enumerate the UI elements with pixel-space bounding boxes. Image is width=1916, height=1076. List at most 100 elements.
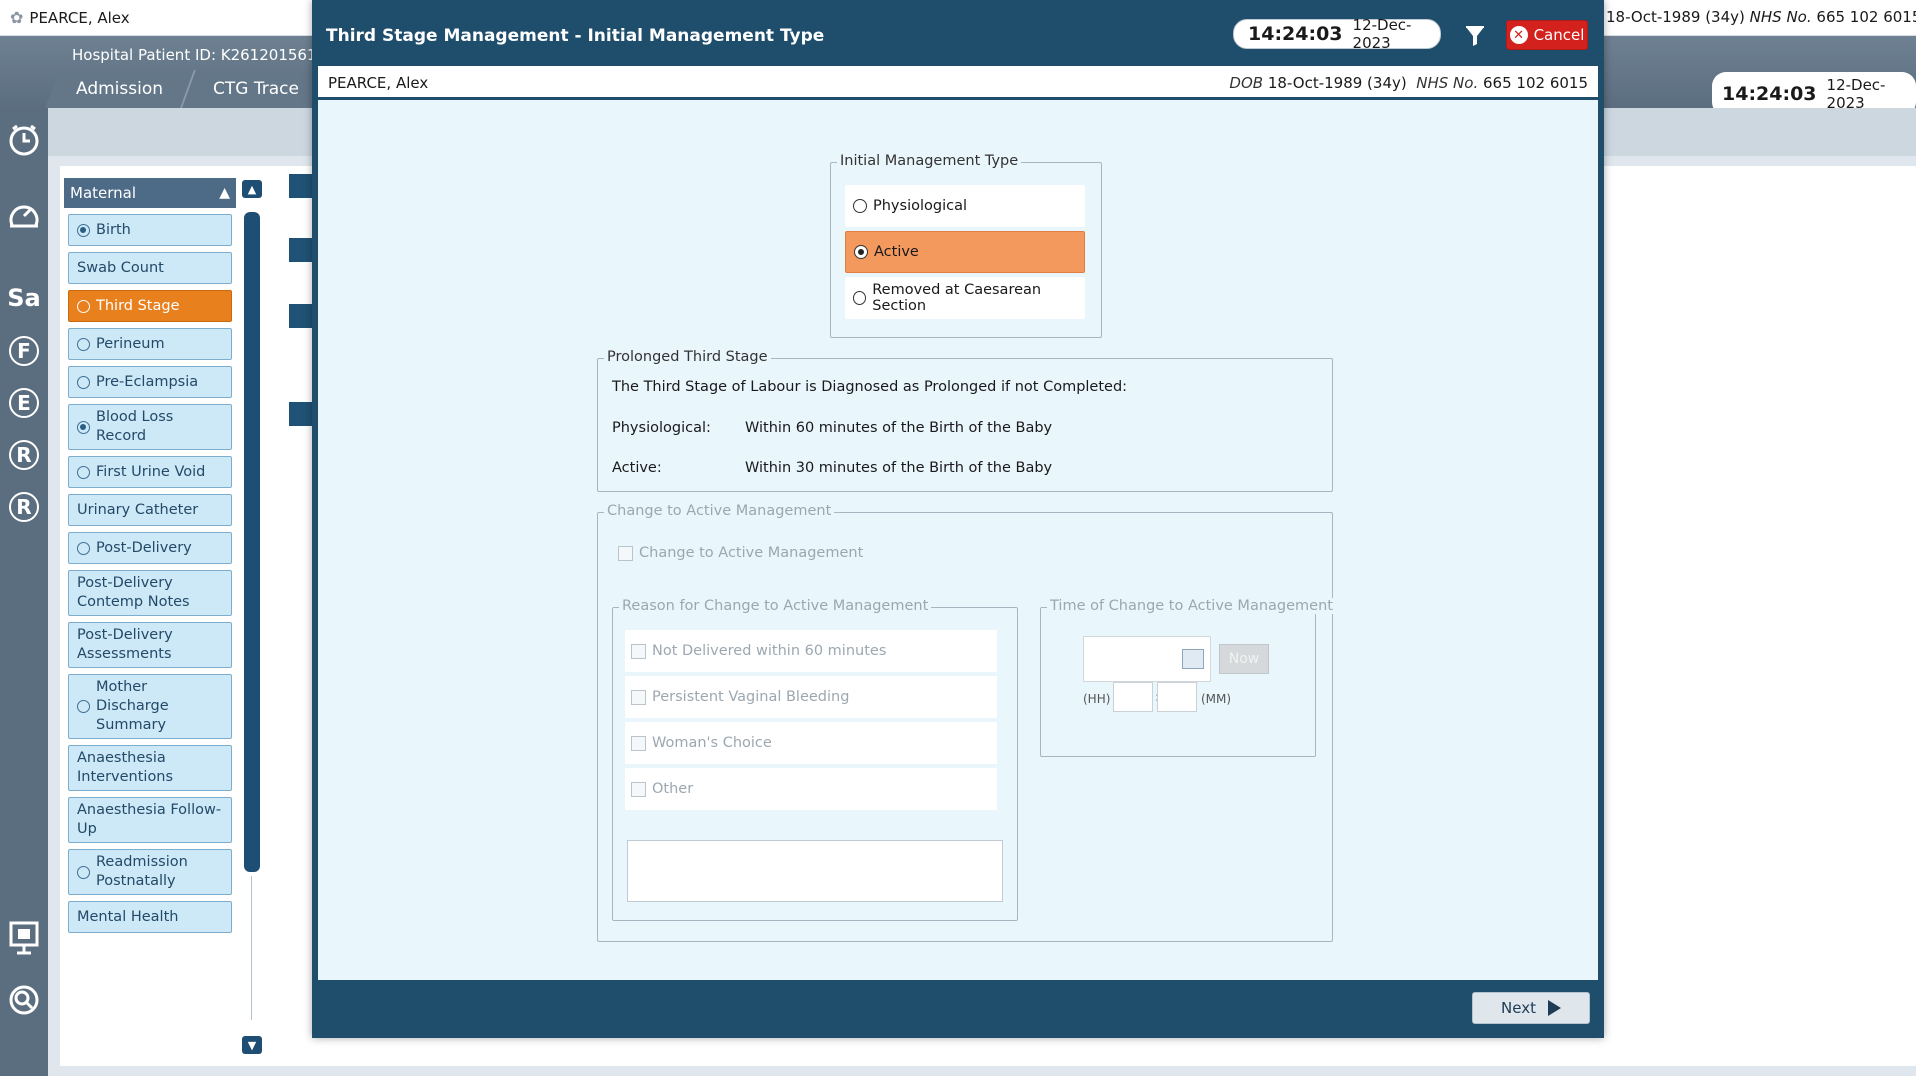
- reason-persistent-bleeding[interactable]: Persistent Vaginal Bleeding: [625, 676, 997, 718]
- scroll-up-button[interactable]: ▲: [242, 180, 262, 198]
- section-list: Birth Swab Count Third Stage Perineum Pre-Ec…: [64, 214, 236, 933]
- section-item-post-delivery-contemp-notes[interactable]: Post-Delivery Contemp Notes: [68, 570, 232, 616]
- rail-item-r2[interactable]: R: [9, 492, 39, 522]
- section-item-label: Post-Delivery: [96, 539, 192, 556]
- physiological-label: Physiological:: [612, 420, 711, 436]
- now-button[interactable]: Now: [1219, 644, 1269, 674]
- reason-womans-choice[interactable]: Woman's Choice: [625, 722, 997, 764]
- reason-other-textarea[interactable]: [627, 840, 1003, 902]
- section-item-post-delivery-assessments[interactable]: Post-Delivery Assessments: [68, 622, 232, 668]
- active-value: Within 30 minutes of the Birth of the Ba…: [745, 460, 1053, 476]
- reason-not-delivered[interactable]: Not Delivered within 60 minutes: [625, 630, 997, 672]
- scroll-down-button[interactable]: ▼: [242, 1036, 262, 1054]
- physiological-value: Within 60 minutes of the Birth of the Ba…: [745, 420, 1053, 436]
- section-item-label: Readmission Postnatally: [96, 854, 188, 889]
- reason-womans-choice-checkbox[interactable]: [631, 735, 646, 751]
- left-rail: Sa F E R R: [0, 108, 48, 1076]
- section-item-mother-discharge-summary[interactable]: Mother Discharge Summary: [68, 674, 232, 739]
- section-item-label: Birth: [96, 221, 131, 238]
- status-radio-icon: [77, 375, 90, 389]
- section-item-anaesthesia-interventions[interactable]: Anaesthesia Interventions: [68, 745, 232, 791]
- chevron-up-icon: ▲: [219, 185, 230, 201]
- reason-not-delivered-checkbox[interactable]: [631, 643, 646, 659]
- presentation-icon[interactable]: [6, 920, 42, 956]
- radio-active[interactable]: [854, 245, 868, 259]
- rail-item-r1[interactable]: R: [9, 440, 39, 470]
- app-patient-name: ✿ PEARCE, Alex: [10, 8, 130, 27]
- radio-removed-at-caesarean[interactable]: [853, 291, 867, 305]
- clock-icon[interactable]: [4, 120, 44, 160]
- timer-icon[interactable]: [4, 196, 44, 236]
- status-radio-icon: [77, 700, 90, 713]
- rail-item-f[interactable]: F: [9, 336, 39, 366]
- cancel-button[interactable]: ✕ Cancel: [1506, 20, 1588, 50]
- change-to-active-checkbox[interactable]: [618, 545, 633, 561]
- section-item-label: Anaesthesia Interventions: [77, 750, 174, 785]
- status-radio-icon: [77, 299, 90, 313]
- rail-item-sa[interactable]: Sa: [4, 278, 44, 318]
- status-radio-icon: [77, 420, 90, 434]
- radio-physiological[interactable]: [853, 199, 867, 213]
- section-item-post-delivery[interactable]: Post-Delivery: [68, 532, 232, 564]
- option-active[interactable]: Active: [845, 231, 1085, 273]
- dialog-title-bar: Third Stage Management - Initial Managem…: [318, 4, 1598, 66]
- section-item-first-urine-void[interactable]: First Urine Void: [68, 456, 232, 488]
- third-stage-management-dialog: Third Stage Management - Initial Managem…: [312, 0, 1604, 1038]
- hour-input[interactable]: [1113, 682, 1153, 712]
- scrollbar-thumb[interactable]: [244, 212, 260, 872]
- section-item-label: Mother Discharge Summary: [96, 679, 169, 733]
- reason-other[interactable]: Other: [625, 768, 997, 810]
- calendar-icon[interactable]: [1182, 649, 1204, 669]
- hh-label: (HH): [1083, 692, 1111, 706]
- section-item-readmission-postnatally[interactable]: Readmission Postnatally: [68, 849, 232, 895]
- section-item-swab-count[interactable]: Swab Count: [68, 252, 232, 284]
- dialog-patient-demographics: DOB 18-Oct-1989 (34y) NHS No. 665 102 60…: [1229, 74, 1588, 92]
- section-item-pre-eclampsia[interactable]: Pre-Eclampsia: [68, 366, 232, 398]
- mm-label: (MM): [1201, 692, 1232, 706]
- change-date-input[interactable]: [1083, 636, 1211, 682]
- dialog-clock: 14:24:03 12-Dec-2023: [1233, 16, 1441, 52]
- search-icon[interactable]: [6, 982, 42, 1018]
- option-removed-at-caesarean[interactable]: Removed at Caesarean Section: [845, 277, 1085, 319]
- reason-for-change-group: Reason for Change to Active Management N…: [612, 598, 1018, 921]
- section-item-label: Post-Delivery Contemp Notes: [77, 575, 190, 610]
- prolonged-third-stage-group: Prolonged Third Stage The Third Stage of…: [597, 349, 1333, 492]
- flower-icon: ✿: [10, 8, 24, 27]
- time-of-change-group: Time of Change to Active Management Now …: [1040, 598, 1336, 757]
- initial-management-type-group: Initial Management Type Physiological Ac…: [830, 153, 1102, 338]
- rail-item-e[interactable]: E: [9, 388, 39, 418]
- section-item-perineum[interactable]: Perineum: [68, 328, 232, 360]
- dialog-patient-name: PEARCE, Alex: [328, 74, 429, 92]
- section-item-birth[interactable]: Birth: [68, 214, 232, 246]
- tab-ctg-trace[interactable]: CTG Trace: [182, 70, 332, 108]
- section-item-label: Swab Count: [77, 259, 164, 276]
- minute-input[interactable]: [1157, 682, 1197, 712]
- reason-other-checkbox[interactable]: [631, 781, 646, 797]
- dialog-footer: Next: [318, 980, 1598, 1032]
- dialog-patient-banner: PEARCE, Alex DOB 18-Oct-1989 (34y) NHS N…: [318, 66, 1598, 100]
- next-button[interactable]: Next: [1472, 992, 1590, 1024]
- option-physiological[interactable]: Physiological: [845, 185, 1085, 227]
- filter-icon[interactable]: [1464, 25, 1486, 47]
- status-radio-icon: [77, 223, 90, 237]
- section-item-third-stage[interactable]: Third Stage: [68, 290, 232, 322]
- section-item-blood-loss-record[interactable]: Blood Loss Record: [68, 404, 232, 450]
- reason-persistent-bleeding-checkbox[interactable]: [631, 689, 646, 705]
- dialog-title: Third Stage Management - Initial Managem…: [326, 26, 825, 46]
- section-item-label: Urinary Catheter: [77, 501, 199, 518]
- scrollbar-track: [251, 876, 252, 1020]
- play-icon: [1547, 1000, 1561, 1016]
- section-item-label: First Urine Void: [96, 463, 206, 480]
- section-item-label: Anaesthesia Follow-Up: [77, 802, 222, 837]
- section-item-urinary-catheter[interactable]: Urinary Catheter: [68, 494, 232, 526]
- section-item-anaesthesia-follow-up[interactable]: Anaesthesia Follow-Up: [68, 797, 232, 843]
- section-header-maternal[interactable]: Maternal ▲: [64, 178, 236, 208]
- status-radio-icon: [77, 337, 90, 351]
- change-to-active-checkbox-row[interactable]: Change to Active Management: [618, 545, 863, 561]
- section-item-label: Pre-Eclampsia: [96, 373, 199, 390]
- section-item-mental-health[interactable]: Mental Health: [68, 901, 232, 933]
- tab-admission[interactable]: Admission: [45, 70, 196, 108]
- section-navigation: Maternal ▲ Birth Swab Count Third Stage Per…: [64, 178, 236, 1066]
- change-to-active-management-group: Change to Active Management Change to Ac…: [597, 503, 1336, 942]
- hospital-patient-id: Hospital Patient ID: K261201561, De: [72, 46, 347, 64]
